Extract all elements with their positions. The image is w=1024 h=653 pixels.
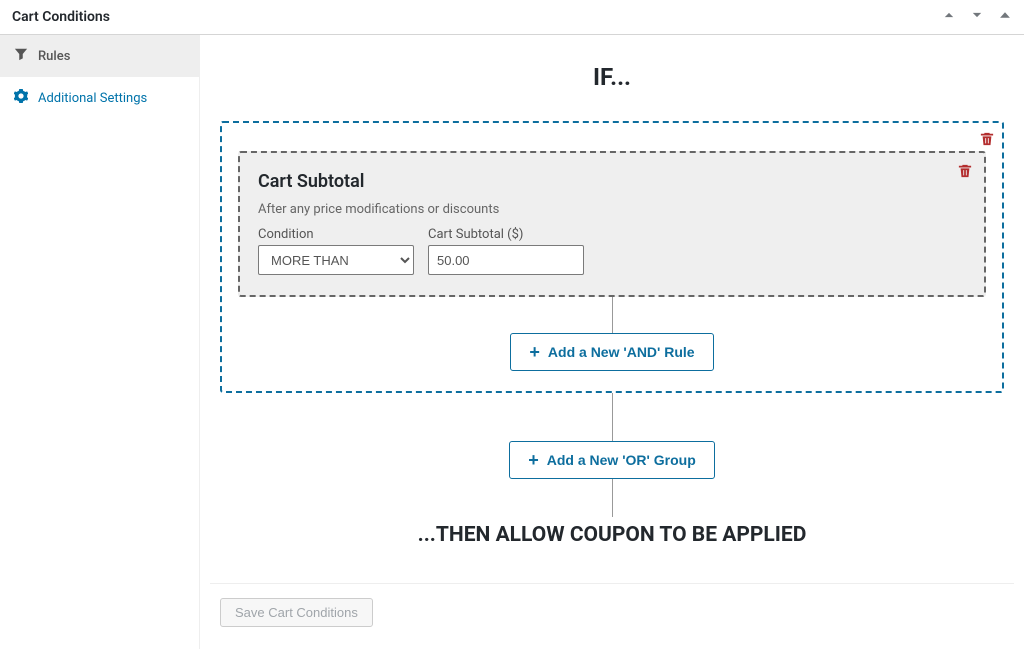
panel-header: Cart Conditions bbox=[0, 0, 1024, 35]
sidebar-item-label: Rules bbox=[38, 49, 70, 64]
connector-line bbox=[612, 393, 613, 441]
rule-description: After any price modifications or discoun… bbox=[258, 202, 966, 217]
delete-or-group-button[interactable] bbox=[980, 131, 994, 150]
sidebar-item-rules[interactable]: Rules bbox=[0, 35, 199, 77]
collapse-icon[interactable] bbox=[998, 8, 1012, 26]
add-or-group-button[interactable]: + Add a New 'OR' Group bbox=[509, 441, 715, 479]
footer-bar: Save Cart Conditions bbox=[210, 583, 1014, 641]
panel-actions bbox=[942, 8, 1012, 26]
plus-icon: + bbox=[528, 451, 539, 469]
condition-select[interactable]: MORE THAN bbox=[258, 245, 414, 275]
sidebar-item-additional-settings[interactable]: Additional Settings bbox=[0, 77, 199, 119]
if-heading: IF... bbox=[210, 63, 1014, 91]
add-and-label: Add a New 'AND' Rule bbox=[548, 344, 695, 360]
condition-label: Condition bbox=[258, 227, 414, 242]
add-and-rule-button[interactable]: + Add a New 'AND' Rule bbox=[510, 333, 713, 371]
then-heading: ...THEN ALLOW COUPON TO BE APPLIED bbox=[210, 523, 1014, 547]
condition-field: Condition MORE THAN bbox=[258, 227, 414, 275]
gear-icon bbox=[14, 89, 28, 107]
add-or-label: Add a New 'OR' Group bbox=[547, 452, 696, 468]
connector-line bbox=[612, 479, 613, 517]
plus-icon: + bbox=[529, 343, 540, 361]
rule-title: Cart Subtotal bbox=[258, 171, 966, 192]
connector-line bbox=[612, 297, 613, 333]
funnel-icon bbox=[14, 47, 28, 65]
sidebar-item-label: Additional Settings bbox=[38, 91, 147, 106]
and-rule: Cart Subtotal After any price modificati… bbox=[238, 151, 986, 297]
panel-title: Cart Conditions bbox=[12, 9, 110, 25]
sidebar: Rules Additional Settings bbox=[0, 35, 200, 649]
main-wrap: Rules Additional Settings IF... Cart Sub… bbox=[0, 35, 1024, 649]
move-up-icon[interactable] bbox=[942, 8, 956, 26]
subtotal-input[interactable] bbox=[428, 245, 584, 275]
or-group: Cart Subtotal After any price modificati… bbox=[220, 121, 1004, 393]
move-down-icon[interactable] bbox=[970, 8, 984, 26]
save-button[interactable]: Save Cart Conditions bbox=[220, 598, 373, 627]
rule-fields: Condition MORE THAN Cart Subtotal ($) bbox=[258, 227, 966, 275]
subtotal-field: Cart Subtotal ($) bbox=[428, 227, 584, 275]
subtotal-label: Cart Subtotal ($) bbox=[428, 227, 584, 242]
delete-and-rule-button[interactable] bbox=[958, 163, 972, 182]
content-area: IF... Cart Subtotal After any price modi… bbox=[200, 35, 1024, 649]
